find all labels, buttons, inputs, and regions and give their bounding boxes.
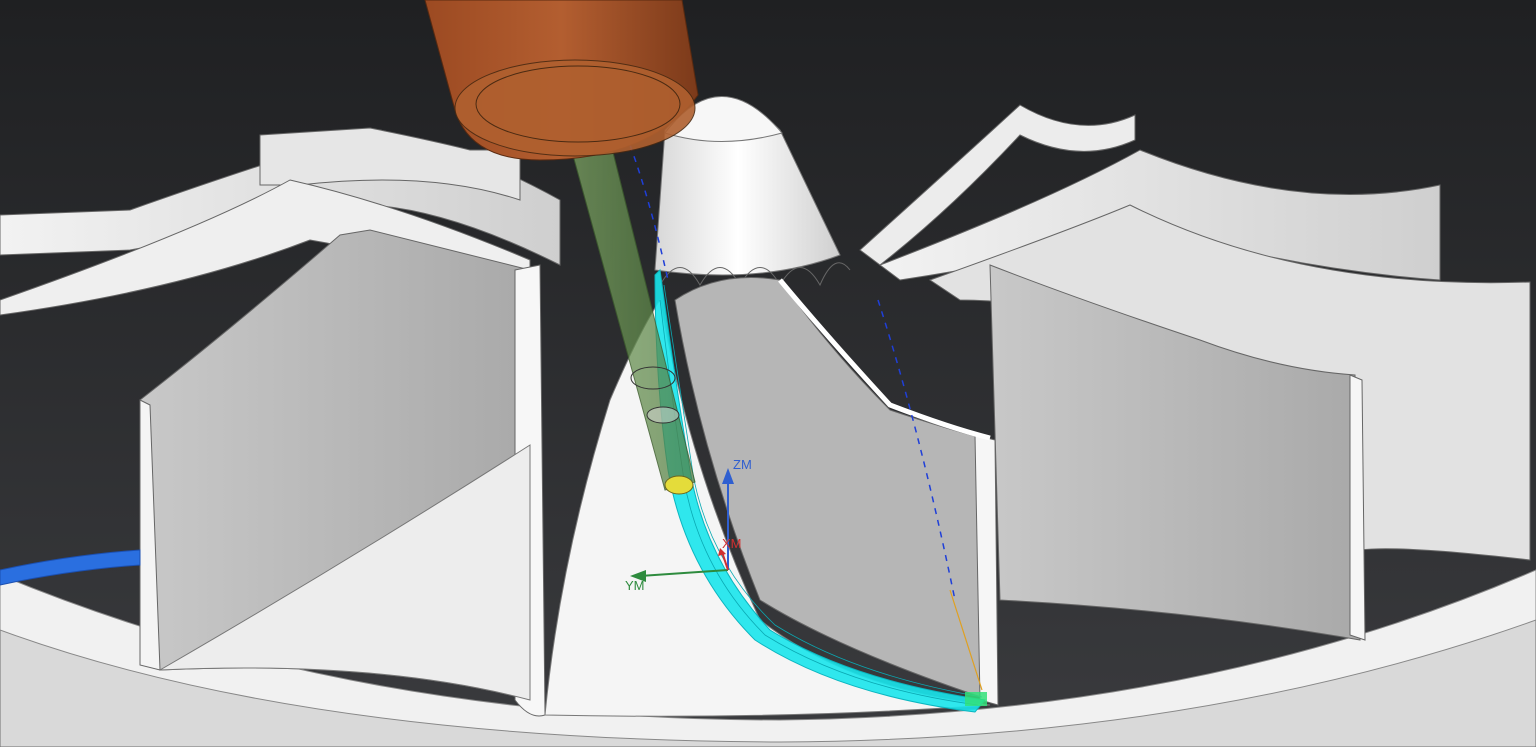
- axis-z-label: ZM: [733, 457, 752, 472]
- axis-x-label: XM: [722, 536, 742, 551]
- blade-right-4-edge: [1349, 374, 1366, 641]
- axis-y-label: YM: [625, 578, 645, 593]
- toolpath-end-marker: [965, 692, 987, 706]
- impeller-scene: [0, 0, 1536, 747]
- graphics-viewport[interactable]: ZM XM YM: [0, 0, 1536, 747]
- tool-tip: [664, 475, 694, 495]
- tool-mid-ring-2: [646, 406, 680, 424]
